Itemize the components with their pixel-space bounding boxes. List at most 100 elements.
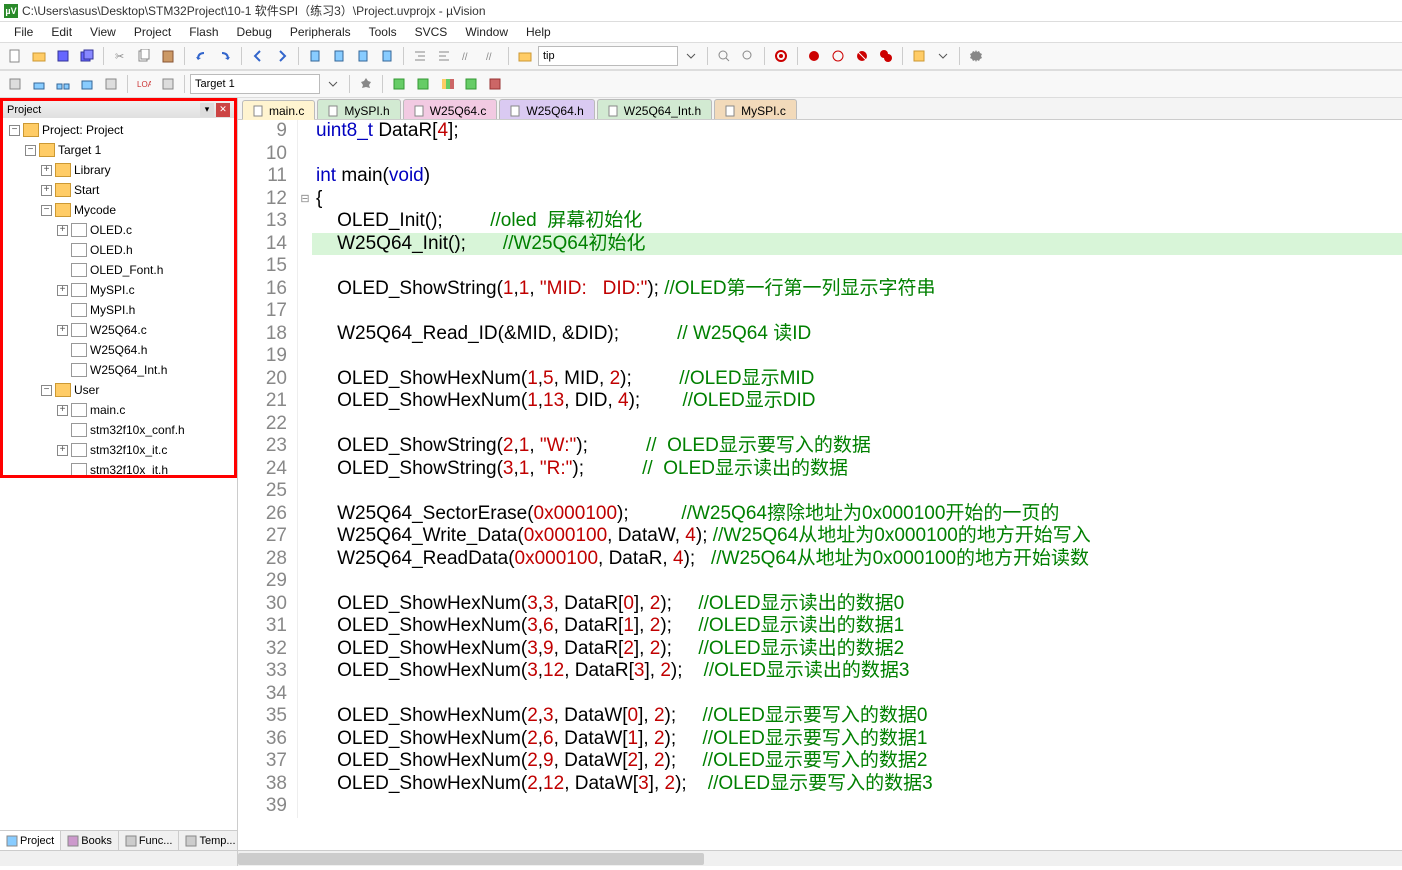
code-line[interactable]: 19: [238, 345, 1402, 368]
tree-group-start[interactable]: +Start: [5, 180, 232, 200]
menu-project[interactable]: Project: [126, 23, 179, 41]
menu-debug[interactable]: Debug: [229, 23, 280, 41]
menu-window[interactable]: Window: [457, 23, 516, 41]
indent-button[interactable]: [409, 45, 431, 67]
code-text[interactable]: [312, 345, 1402, 368]
panel-dropdown-button[interactable]: ▾: [200, 103, 214, 117]
code-line[interactable]: 9uint8_t DataR[4];: [238, 120, 1402, 143]
tree-group-user[interactable]: −User: [5, 380, 232, 400]
tree-expand-icon[interactable]: −: [9, 125, 20, 136]
code-line[interactable]: 36 OLED_ShowHexNum(2,6, DataW[1], 2); //…: [238, 728, 1402, 751]
save-all-button[interactable]: [76, 45, 98, 67]
uncomment-button[interactable]: //: [481, 45, 503, 67]
manage-rt-button[interactable]: [436, 73, 458, 95]
pack-installer-button[interactable]: [484, 73, 506, 95]
code-line[interactable]: 37 OLED_ShowHexNum(2,9, DataW[2], 2); //…: [238, 750, 1402, 773]
bookmark-clear-button[interactable]: [376, 45, 398, 67]
code-text[interactable]: OLED_ShowHexNum(3,12, DataR[3], 2); //OL…: [312, 660, 1402, 683]
code-text[interactable]: OLED_ShowHexNum(1,13, DID, 4); //OLED显示D…: [312, 390, 1402, 413]
batch-build-button[interactable]: [76, 73, 98, 95]
code-text[interactable]: OLED_ShowHexNum(2,3, DataW[0], 2); //OLE…: [312, 705, 1402, 728]
code-text[interactable]: OLED_Init(); //oled 屏幕初始化: [312, 210, 1402, 233]
tree-file[interactable]: +stm32f10x_it.c: [5, 440, 232, 460]
code-editor[interactable]: 9uint8_t DataR[4];1011int main(void)12⊟{…: [238, 120, 1402, 850]
file-tab[interactable]: MySPI.c: [714, 99, 797, 119]
code-text[interactable]: [312, 255, 1402, 278]
code-line[interactable]: 32 OLED_ShowHexNum(3,9, DataR[2], 2); //…: [238, 638, 1402, 661]
bookmark-button[interactable]: [304, 45, 326, 67]
find-button[interactable]: [713, 45, 735, 67]
erase-button[interactable]: [157, 73, 179, 95]
tree-file[interactable]: +MySPI.c: [5, 280, 232, 300]
configure-button[interactable]: [965, 45, 987, 67]
menu-tools[interactable]: Tools: [361, 23, 405, 41]
code-text[interactable]: uint8_t DataR[4];: [312, 120, 1402, 143]
code-text[interactable]: W25Q64_Init(); //W25Q64初始化: [312, 233, 1402, 256]
tree-expand-icon[interactable]: +: [57, 285, 68, 296]
code-line[interactable]: 18 W25Q64_Read_ID(&MID, &DID); // W25Q64…: [238, 323, 1402, 346]
code-text[interactable]: [312, 413, 1402, 436]
code-line[interactable]: 26 W25Q64_SectorErase(0x000100); //W25Q6…: [238, 503, 1402, 526]
code-line[interactable]: 14 W25Q64_Init(); //W25Q64初始化: [238, 233, 1402, 256]
select-packs-button[interactable]: [460, 73, 482, 95]
code-line[interactable]: 38 OLED_ShowHexNum(2,12, DataW[3], 2); /…: [238, 773, 1402, 796]
search-combo[interactable]: [538, 46, 678, 66]
tree-file[interactable]: OLED.h: [5, 240, 232, 260]
tree-file[interactable]: +OLED.c: [5, 220, 232, 240]
open-file-button[interactable]: [28, 45, 50, 67]
code-line[interactable]: 13 OLED_Init(); //oled 屏幕初始化: [238, 210, 1402, 233]
tree-file[interactable]: stm32f10x_it.h: [5, 460, 232, 478]
code-line[interactable]: 20 OLED_ShowHexNum(1,5, MID, 2); //OLED显…: [238, 368, 1402, 391]
code-text[interactable]: [312, 143, 1402, 166]
code-line[interactable]: 28 W25Q64_ReadData(0x000100, DataR, 4); …: [238, 548, 1402, 571]
code-text[interactable]: W25Q64_ReadData(0x000100, DataR, 4); //W…: [312, 548, 1402, 571]
download-button[interactable]: LOAD: [133, 73, 155, 95]
manage-books-button[interactable]: [412, 73, 434, 95]
window-layout-button[interactable]: [908, 45, 930, 67]
menu-flash[interactable]: Flash: [181, 23, 226, 41]
tree-file[interactable]: W25Q64.h: [5, 340, 232, 360]
code-text[interactable]: [312, 480, 1402, 503]
code-line[interactable]: 16 OLED_ShowString(1,1, "MID: DID:"); //…: [238, 278, 1402, 301]
options-button[interactable]: [355, 73, 377, 95]
project-tree[interactable]: −Project: Project−Target 1+Library+Start…: [0, 118, 237, 478]
code-text[interactable]: W25Q64_Write_Data(0x000100, DataW, 4); /…: [312, 525, 1402, 548]
tree-target[interactable]: −Target 1: [5, 140, 232, 160]
tree-group-mycode[interactable]: −Mycode: [5, 200, 232, 220]
menu-view[interactable]: View: [82, 23, 124, 41]
tree-expand-icon[interactable]: +: [41, 185, 52, 196]
breakpoint-button[interactable]: [803, 45, 825, 67]
menu-help[interactable]: Help: [518, 23, 559, 41]
code-text[interactable]: OLED_ShowString(3,1, "R:"); // OLED显示读出的…: [312, 458, 1402, 481]
file-tab[interactable]: main.c: [242, 100, 315, 120]
code-line[interactable]: 39: [238, 795, 1402, 818]
bookmark-next-button[interactable]: [352, 45, 374, 67]
stop-build-button[interactable]: [100, 73, 122, 95]
breakpoint-kill-all-button[interactable]: [875, 45, 897, 67]
code-line[interactable]: 10: [238, 143, 1402, 166]
tree-file[interactable]: MySPI.h: [5, 300, 232, 320]
code-line[interactable]: 29: [238, 570, 1402, 593]
code-line[interactable]: 21 OLED_ShowHexNum(1,13, DID, 4); //OLED…: [238, 390, 1402, 413]
nav-forward-button[interactable]: [271, 45, 293, 67]
tree-group-library[interactable]: +Library: [5, 160, 232, 180]
code-text[interactable]: OLED_ShowHexNum(2,12, DataW[3], 2); //OL…: [312, 773, 1402, 796]
tree-expand-icon[interactable]: −: [41, 205, 52, 216]
code-line[interactable]: 12⊟{: [238, 188, 1402, 211]
tree-expand-icon[interactable]: +: [57, 325, 68, 336]
file-tab[interactable]: MySPI.h: [317, 99, 400, 119]
view-tab-temp[interactable]: Temp...: [179, 831, 242, 850]
code-text[interactable]: {: [312, 188, 1402, 211]
code-text[interactable]: W25Q64_Read_ID(&MID, &DID); // W25Q64 读I…: [312, 323, 1402, 346]
code-line[interactable]: 31 OLED_ShowHexNum(3,6, DataR[1], 2); //…: [238, 615, 1402, 638]
code-line[interactable]: 34: [238, 683, 1402, 706]
code-text[interactable]: W25Q64_SectorErase(0x000100); //W25Q64擦除…: [312, 503, 1402, 526]
code-line[interactable]: 11int main(void): [238, 165, 1402, 188]
layout-dropdown-button[interactable]: [932, 45, 954, 67]
tree-expand-icon[interactable]: +: [57, 405, 68, 416]
tree-expand-icon[interactable]: +: [57, 225, 68, 236]
code-line[interactable]: 23 OLED_ShowString(2,1, "W:"); // OLED显示…: [238, 435, 1402, 458]
cut-button[interactable]: ✂: [109, 45, 131, 67]
build-button[interactable]: [28, 73, 50, 95]
code-text[interactable]: OLED_ShowHexNum(1,5, MID, 2); //OLED显示MI…: [312, 368, 1402, 391]
